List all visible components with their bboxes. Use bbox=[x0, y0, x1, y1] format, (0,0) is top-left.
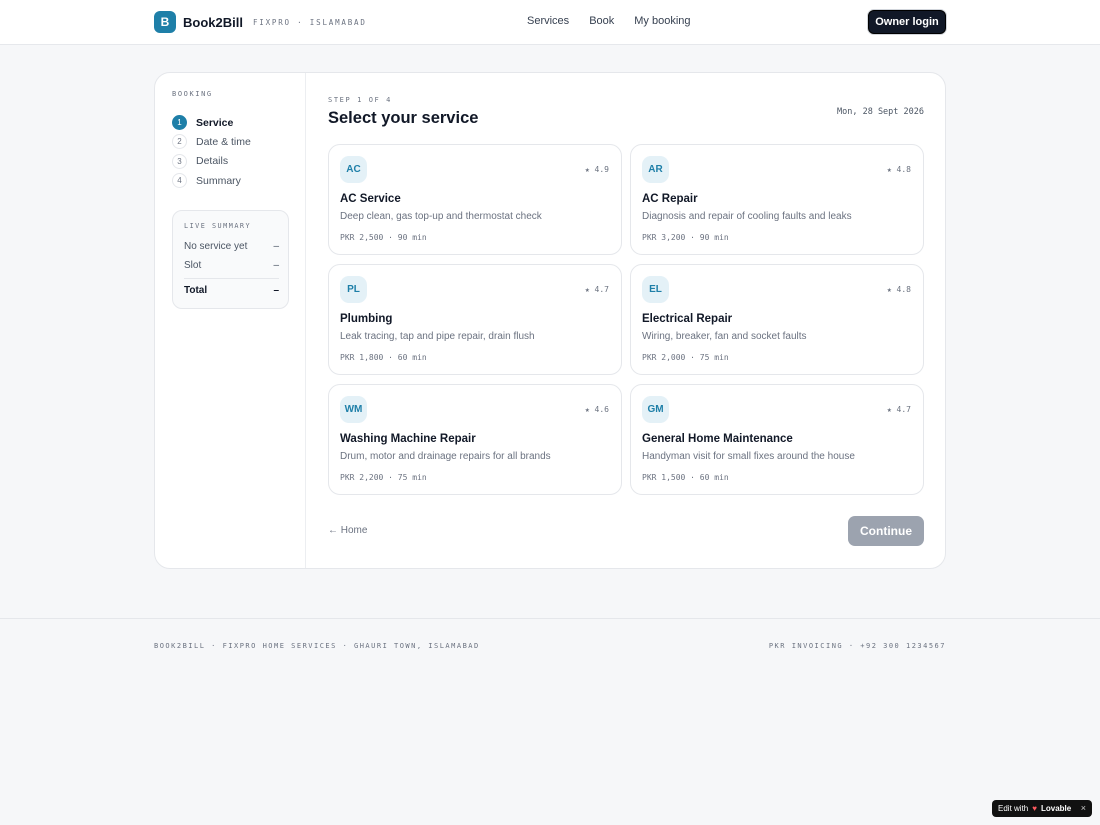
sidebar-title: BOOKING bbox=[172, 90, 213, 98]
brand-subtitle: FIXPRO · ISLAMABAD bbox=[252, 17, 367, 27]
service-price-duration: PKR 3,200 · 90 min bbox=[642, 233, 729, 242]
nav-book[interactable]: Book bbox=[589, 15, 614, 27]
service-description: Wiring, breaker, fan and socket faults bbox=[642, 331, 807, 342]
step-number: 4 bbox=[172, 173, 187, 189]
badge-prefix: Edit with bbox=[998, 804, 1029, 813]
step-service[interactable]: 1 Service bbox=[172, 113, 251, 132]
step-label: Summary bbox=[196, 174, 241, 187]
service-badge: WM bbox=[340, 396, 367, 423]
home-link[interactable]: ← Home bbox=[328, 525, 367, 536]
booking-sidebar: BOOKING 1 Service 2 Date & time 3 Detail… bbox=[155, 73, 306, 568]
step-label: Service bbox=[196, 116, 234, 129]
service-price-duration: PKR 1,500 · 60 min bbox=[642, 473, 729, 482]
nav-my-booking[interactable]: My booking bbox=[634, 15, 690, 27]
step-number: 1 bbox=[172, 115, 187, 131]
nav-services[interactable]: Services bbox=[527, 15, 569, 27]
step-number: 2 bbox=[172, 134, 187, 150]
step-list: 1 Service 2 Date & time 3 Details 4 Summ… bbox=[172, 113, 251, 190]
service-selection: STEP 1 OF 4 Select your service Mon, 28 … bbox=[307, 73, 946, 568]
service-description: Handyman visit for small fixes around th… bbox=[642, 451, 855, 462]
service-card-ac-service[interactable]: AC ★ 4.9 AC Service Deep clean, gas top-… bbox=[328, 144, 622, 255]
step-label: Date & time bbox=[196, 135, 251, 148]
service-card-electrical-repair[interactable]: EL ★ 4.8 Electrical Repair Wiring, break… bbox=[630, 264, 924, 375]
step-indicator: STEP 1 OF 4 bbox=[328, 96, 392, 104]
summary-total-label: Total bbox=[184, 285, 208, 296]
service-rating: ★ 4.7 bbox=[886, 405, 911, 414]
summary-divider bbox=[184, 278, 279, 279]
summary-total-value: – bbox=[273, 285, 279, 296]
footer-contact: PKR INVOICING · +92 300 1234567 bbox=[768, 642, 946, 650]
badge-brand: Lovable bbox=[1040, 804, 1072, 813]
summary-service-row: No service yet – bbox=[184, 241, 279, 252]
service-card-plumbing[interactable]: PL ★ 4.7 Plumbing Leak tracing, tap and … bbox=[328, 264, 622, 375]
service-name: Electrical Repair bbox=[642, 313, 733, 325]
continue-button[interactable]: Continue bbox=[848, 516, 924, 546]
brand[interactable]: B Book2Bill FIXPRO · ISLAMABAD bbox=[154, 11, 367, 33]
service-badge: EL bbox=[642, 276, 669, 303]
service-name: Washing Machine Repair bbox=[340, 433, 476, 445]
service-rating: ★ 4.6 bbox=[584, 405, 609, 414]
service-name: AC Repair bbox=[642, 193, 698, 205]
brand-name: Book2Bill bbox=[183, 14, 243, 30]
edit-with-lovable-badge[interactable]: Edit with ♥ Lovable × bbox=[992, 800, 1092, 817]
current-date: Mon, 28 Sept 2026 bbox=[837, 107, 924, 117]
summary-service-value: – bbox=[273, 241, 279, 252]
service-name: Plumbing bbox=[340, 313, 393, 325]
live-summary-panel: LIVE SUMMARY No service yet – Slot – Tot… bbox=[172, 210, 289, 309]
step-number: 3 bbox=[172, 153, 187, 169]
owner-login-button[interactable]: Owner login bbox=[868, 10, 946, 34]
footer-company-info: BOOK2BILL · FIXPRO HOME SERVICES · GHAUR… bbox=[154, 642, 480, 650]
service-description: Diagnosis and repair of cooling faults a… bbox=[642, 211, 852, 222]
step-details[interactable]: 3 Details bbox=[172, 152, 251, 171]
service-badge: AR bbox=[642, 156, 669, 183]
service-rating: ★ 4.7 bbox=[584, 285, 609, 294]
summary-slot-row: Slot – bbox=[184, 260, 279, 271]
summary-slot-label: Slot bbox=[184, 260, 202, 271]
summary-service-label: No service yet bbox=[184, 241, 248, 252]
service-description: Deep clean, gas top-up and thermostat ch… bbox=[340, 211, 542, 222]
heart-icon: ♥ bbox=[1032, 804, 1037, 813]
service-rating: ★ 4.9 bbox=[584, 165, 609, 174]
booking-card: BOOKING 1 Service 2 Date & time 3 Detail… bbox=[154, 72, 946, 569]
service-badge: PL bbox=[340, 276, 367, 303]
service-description: Leak tracing, tap and pipe repair, drain… bbox=[340, 331, 535, 342]
service-card-washing-machine-repair[interactable]: WM ★ 4.6 Washing Machine Repair Drum, mo… bbox=[328, 384, 622, 495]
service-badge: AC bbox=[340, 156, 367, 183]
summary-slot-value: – bbox=[273, 260, 279, 271]
service-description: Drum, motor and drainage repairs for all… bbox=[340, 451, 551, 462]
brand-logo: B bbox=[154, 11, 176, 33]
step-label: Details bbox=[196, 155, 229, 168]
close-icon[interactable]: × bbox=[1081, 803, 1086, 813]
service-name: AC Service bbox=[340, 193, 401, 205]
step-date-time[interactable]: 2 Date & time bbox=[172, 132, 251, 151]
page-title: Select your service bbox=[328, 109, 479, 127]
service-card-general-home-maintenance[interactable]: GM ★ 4.7 General Home Maintenance Handym… bbox=[630, 384, 924, 495]
service-badge: GM bbox=[642, 396, 669, 423]
service-price-duration: PKR 1,800 · 60 min bbox=[340, 353, 427, 362]
summary-total-row: Total – bbox=[184, 285, 279, 296]
service-rating: ★ 4.8 bbox=[886, 285, 911, 294]
footer: BOOK2BILL · FIXPRO HOME SERVICES · GHAUR… bbox=[0, 618, 1100, 825]
live-summary-title: LIVE SUMMARY bbox=[184, 222, 252, 230]
service-rating: ★ 4.8 bbox=[886, 165, 911, 174]
service-price-duration: PKR 2,500 · 90 min bbox=[340, 233, 427, 242]
service-price-duration: PKR 2,200 · 75 min bbox=[340, 473, 427, 482]
top-bar: B Book2Bill FIXPRO · ISLAMABAD Services … bbox=[0, 0, 1100, 45]
step-summary[interactable]: 4 Summary bbox=[172, 171, 251, 190]
service-name: General Home Maintenance bbox=[642, 433, 793, 445]
service-card-ac-repair[interactable]: AR ★ 4.8 AC Repair Diagnosis and repair … bbox=[630, 144, 924, 255]
main-nav: Services Book My booking bbox=[527, 15, 691, 27]
service-price-duration: PKR 2,000 · 75 min bbox=[642, 353, 729, 362]
